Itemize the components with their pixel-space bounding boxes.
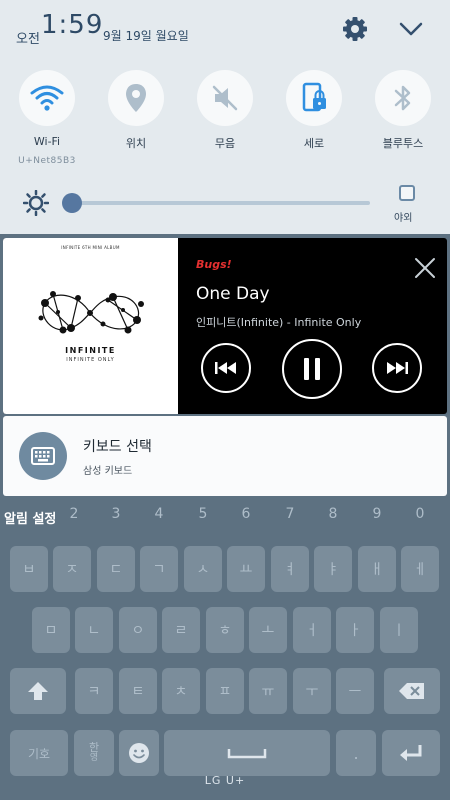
previous-track-button[interactable] bbox=[201, 343, 251, 393]
close-icon[interactable] bbox=[413, 256, 437, 280]
key-letter[interactable]: ㅍ bbox=[206, 668, 244, 714]
chevron-down-icon[interactable] bbox=[396, 16, 426, 42]
space-bar-icon bbox=[227, 749, 267, 759]
lang-english-label: 영 bbox=[89, 753, 99, 764]
tile-portrait[interactable]: 세로 bbox=[284, 70, 344, 151]
enter-key[interactable] bbox=[382, 730, 440, 776]
enter-arrow-icon bbox=[400, 745, 422, 761]
tile-wifi[interactable]: Wi-Fi U+Net85B3 bbox=[17, 70, 77, 166]
period-key[interactable]: . bbox=[336, 730, 376, 776]
key-letter[interactable]: ㅅ bbox=[184, 546, 222, 592]
key-number[interactable]: 0 bbox=[400, 500, 440, 528]
album-top-text: INFINITE 6TH MINI ALBUM bbox=[61, 245, 120, 250]
song-title: One Day bbox=[196, 284, 270, 304]
ampm-label: 오전 bbox=[16, 32, 40, 47]
brightness-slider-track[interactable] bbox=[72, 201, 370, 205]
key-number[interactable]: 8 bbox=[313, 500, 353, 528]
settings-gear-icon[interactable] bbox=[340, 14, 370, 44]
wifi-network-name: U+Net85B3 bbox=[18, 156, 76, 166]
key-number[interactable]: 7 bbox=[270, 500, 310, 528]
key-letter[interactable]: ㅠ bbox=[249, 668, 287, 714]
tile-label: 세로 bbox=[303, 137, 325, 150]
shift-key[interactable] bbox=[10, 668, 66, 714]
mute-icon bbox=[197, 70, 253, 126]
pause-button[interactable] bbox=[282, 339, 342, 399]
key-letter[interactable]: ㄴ bbox=[75, 607, 113, 653]
key-number[interactable]: 4 bbox=[139, 500, 179, 528]
song-artist: 인피니트(Infinite) - Infinite Only bbox=[196, 316, 362, 329]
clock-time: 1:59 bbox=[41, 10, 104, 40]
key-letter[interactable]: ㅕ bbox=[271, 546, 309, 592]
key-number[interactable]: 3 bbox=[96, 500, 136, 528]
key-letter[interactable]: ㅏ bbox=[336, 607, 374, 653]
next-icon bbox=[387, 362, 408, 374]
key-letter[interactable]: ㅌ bbox=[119, 668, 157, 714]
album-art: INFINITE 6TH MINI ALBUM INFINITE INFINIT… bbox=[3, 238, 178, 414]
brightness-slider-thumb[interactable] bbox=[62, 193, 82, 213]
key-letter[interactable]: ㄹ bbox=[162, 607, 200, 653]
key-letter[interactable]: ㅂ bbox=[10, 546, 48, 592]
key-letter[interactable]: ㅛ bbox=[227, 546, 265, 592]
notification-settings-link[interactable]: 알림 설정 bbox=[4, 508, 56, 527]
key-number[interactable]: 2 bbox=[54, 500, 94, 528]
key-letter[interactable]: ㅗ bbox=[249, 607, 287, 653]
key-letter[interactable]: ㅁ bbox=[32, 607, 70, 653]
tile-label: Wi-Fi bbox=[33, 135, 61, 148]
key-letter[interactable]: ㅜ bbox=[293, 668, 331, 714]
location-icon bbox=[108, 70, 164, 126]
tile-mute[interactable]: 무음 bbox=[195, 70, 255, 151]
wifi-icon bbox=[19, 70, 75, 126]
media-player-card[interactable]: INFINITE 6TH MINI ALBUM INFINITE INFINIT… bbox=[3, 238, 447, 414]
backspace-icon bbox=[399, 683, 424, 699]
tile-bluetooth[interactable]: 블루투스 bbox=[373, 70, 433, 151]
key-letter[interactable]: ㅋ bbox=[75, 668, 113, 714]
tile-label: 무음 bbox=[214, 137, 236, 150]
bluetooth-icon bbox=[375, 70, 431, 126]
symbol-key[interactable]: 기호 bbox=[10, 730, 68, 776]
quick-panel: 오전 1:59 9월 19일 월요일 Wi-Fi U+Net85B3 위치 무음… bbox=[0, 0, 450, 234]
key-letter[interactable]: ㅊ bbox=[162, 668, 200, 714]
shift-arrow-icon bbox=[28, 682, 48, 700]
notification-subtitle: 삼성 키보드 bbox=[83, 466, 133, 477]
pause-icon bbox=[304, 358, 320, 380]
key-number[interactable]: 5 bbox=[183, 500, 223, 528]
status-row: 오전 1:59 9월 19일 월요일 bbox=[0, 0, 450, 62]
date-label: 9월 19일 월요일 bbox=[103, 29, 189, 43]
language-toggle-key[interactable]: 한 영 bbox=[74, 730, 114, 776]
key-letter[interactable]: ㅈ bbox=[53, 546, 91, 592]
previous-icon bbox=[215, 362, 236, 374]
key-letter[interactable]: ㅑ bbox=[314, 546, 352, 592]
tile-location[interactable]: 위치 bbox=[106, 70, 166, 151]
key-letter[interactable]: ㅣ bbox=[380, 607, 418, 653]
next-track-button[interactable] bbox=[372, 343, 422, 393]
key-letter[interactable]: ㅓ bbox=[293, 607, 331, 653]
key-letter[interactable]: ㄱ bbox=[140, 546, 178, 592]
tile-label: 블루투스 bbox=[382, 137, 424, 150]
carrier-label: LG U+ bbox=[204, 774, 246, 787]
tile-label: 위치 bbox=[125, 137, 147, 150]
key-letter[interactable]: ㅇ bbox=[119, 607, 157, 653]
key-letter[interactable]: ㅔ bbox=[401, 546, 439, 592]
infinity-logo-icon bbox=[38, 291, 144, 334]
bugs-app-logo: Bugs! bbox=[196, 258, 232, 271]
outdoor-mode-label: 야외 bbox=[394, 213, 413, 224]
emoji-smile-icon bbox=[129, 743, 149, 763]
key-letter[interactable]: ㅡ bbox=[336, 668, 374, 714]
backspace-key[interactable] bbox=[384, 668, 440, 714]
keyboard-select-notification[interactable]: 키보드 선택 삼성 키보드 bbox=[3, 416, 447, 496]
album-subtitle: INFINITE ONLY bbox=[66, 357, 115, 363]
key-number[interactable]: 6 bbox=[226, 500, 266, 528]
keyboard-icon bbox=[19, 432, 67, 480]
key-number[interactable]: 9 bbox=[357, 500, 397, 528]
key-letter[interactable]: ㄷ bbox=[97, 546, 135, 592]
space-key[interactable] bbox=[164, 730, 330, 776]
portrait-lock-icon bbox=[286, 70, 342, 126]
album-band-name: INFINITE bbox=[65, 346, 116, 355]
key-letter[interactable]: ㅎ bbox=[206, 607, 244, 653]
brightness-icon bbox=[22, 189, 50, 217]
emoji-key[interactable] bbox=[119, 730, 159, 776]
key-letter[interactable]: ㅐ bbox=[358, 546, 396, 592]
outdoor-mode-checkbox[interactable] bbox=[399, 185, 415, 201]
notification-title: 키보드 선택 bbox=[83, 439, 152, 455]
